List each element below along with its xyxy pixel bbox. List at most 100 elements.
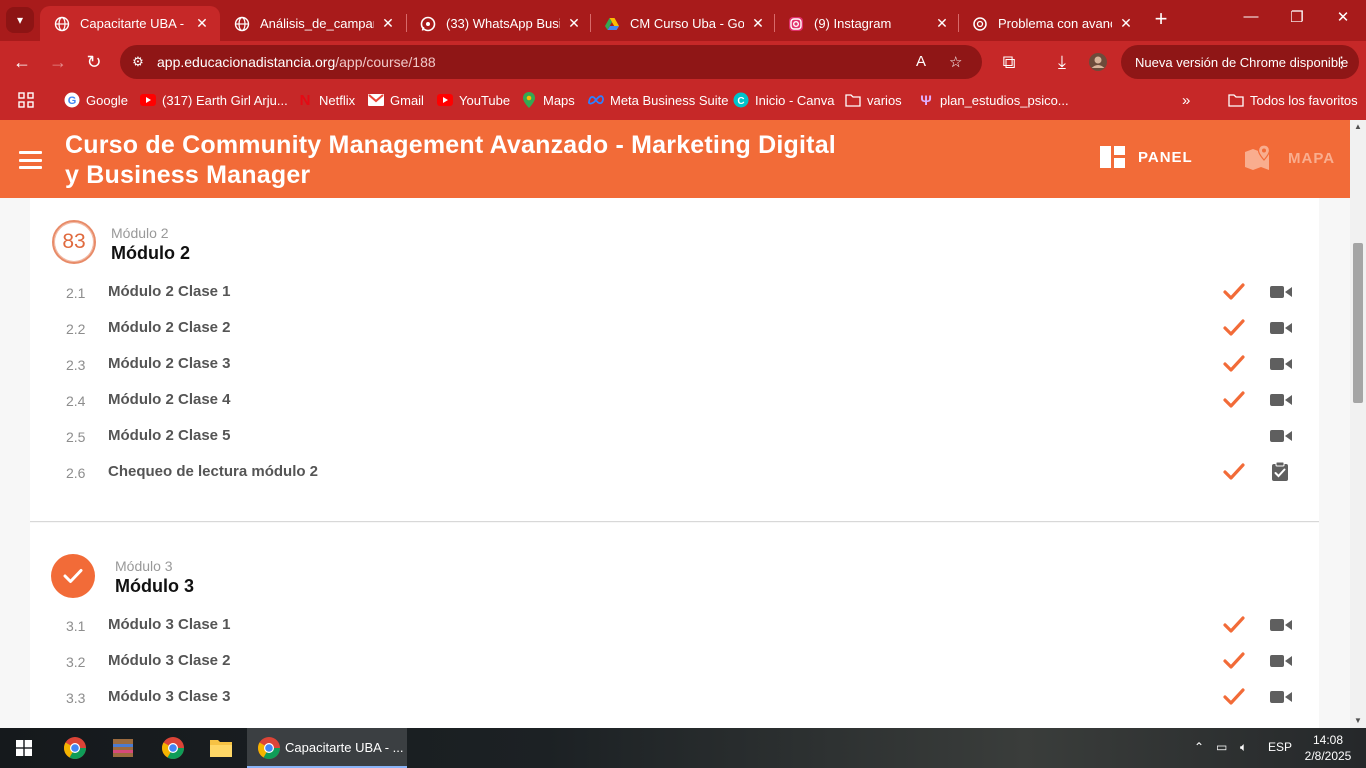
bookmark-canva[interactable]: C Inicio - Canva [733,92,834,108]
file-explorer-icon[interactable] [200,728,242,768]
address-bar[interactable]: ⚙ app.educacionadistancia.org/app/course… [120,45,982,79]
module-title[interactable]: Módulo 2 [111,243,190,264]
lesson-name[interactable]: Módulo 3 Clase 3 [108,688,231,705]
close-icon[interactable]: ✕ [194,15,210,32]
module-subtitle: Módulo 2 [111,225,169,241]
svg-text:C: C [737,96,744,107]
reload-icon[interactable]: ↻ [81,49,107,75]
apps-grid-icon[interactable] [18,92,34,108]
chrome-taskbar-icon[interactable] [54,728,96,768]
scroll-up-arrow-icon[interactable]: ▲ [1350,120,1366,134]
chevron-double-right-icon[interactable]: » [1182,92,1190,109]
tab-title: Capacitarte UBA - Pla [80,16,188,31]
language-indicator[interactable]: ESP [1268,740,1292,754]
lesson-row[interactable]: 2.3 Módulo 2 Clase 3 [30,347,1319,383]
lesson-name[interactable]: Módulo 2 Clase 5 [108,427,231,444]
video-icon [1270,358,1292,370]
hamburger-menu-icon[interactable] [19,151,42,169]
taskbar-active-chrome-window[interactable]: Capacitarte UBA - ... [247,728,407,768]
checkmark-icon [63,569,83,583]
lesson-name[interactable]: Módulo 2 Clase 3 [108,355,231,372]
bookmark-plan-estudios[interactable]: Ψ plan_estudios_psico... [918,92,1068,108]
profile-avatar-icon[interactable] [1085,49,1111,75]
course-content: 83 Módulo 2 Módulo 2 2.1 Módulo 2 Clase … [0,198,1350,728]
lesson-row[interactable]: 2.4 Módulo 2 Clase 4 [30,383,1319,419]
lesson-row[interactable]: 2.1 Módulo 2 Clase 1 [30,275,1319,311]
lesson-row[interactable]: 3.3 Módulo 3 Clase 3 [30,680,1319,716]
svg-text:G: G [68,95,77,107]
back-arrow-icon[interactable]: ← [9,49,35,75]
url-text[interactable]: app.educacionadistancia.org/app/course/1… [157,54,436,70]
bookmark-google[interactable]: G Google [64,92,128,108]
lesson-row[interactable]: 3.1 Módulo 3 Clase 1 [30,608,1319,644]
lesson-name[interactable]: Módulo 2 Clase 1 [108,283,231,300]
youtube-icon [437,92,453,108]
tab-capacitarte[interactable]: Capacitarte UBA - Pla ✕ [40,6,220,41]
lesson-name[interactable]: Chequeo de lectura módulo 2 [108,463,318,480]
extensions-icon[interactable]: ⧉ [996,49,1022,75]
bookmark-earth-girl[interactable]: (317) Earth Girl Arju... [140,92,288,108]
restore-icon[interactable]: ❐ [1282,8,1312,26]
lesson-name[interactable]: Módulo 2 Clase 4 [108,391,231,408]
checkmark-icon [1223,355,1245,372]
bookmark-folder-varios[interactable]: varios [845,92,902,108]
scrollbar-thumb[interactable] [1353,243,1363,403]
download-icon[interactable]: ⤓ [1049,49,1075,75]
globe-icon [54,16,70,32]
lesson-row[interactable]: 2.5 Módulo 2 Clase 5 [30,419,1319,455]
bookmark-gmail[interactable]: Gmail [368,92,424,108]
translate-icon[interactable]: A [916,53,926,70]
checkmark-icon [1223,463,1245,480]
lesson-name[interactable]: Módulo 3 Clase 2 [108,652,231,669]
youtube-icon [140,92,156,108]
bookmark-maps[interactable]: Maps [521,92,575,108]
more-menu-icon[interactable]: ⋮ [1334,53,1349,71]
chevron-up-icon[interactable]: ⌃ [1194,740,1204,754]
close-icon[interactable]: ✕ [1118,15,1134,32]
chrome-update-button[interactable]: Nueva versión de Chrome disponible ⋮ [1121,45,1359,79]
speaker-icon[interactable]: 🔈︎ [1240,740,1247,755]
close-window-icon[interactable]: ✕ [1328,8,1358,26]
tab-search-button[interactable]: ▾ [6,7,34,33]
panel-link[interactable]: PANEL [1100,146,1193,168]
forward-arrow-icon[interactable]: → [45,49,71,75]
scroll-down-arrow-icon[interactable]: ▼ [1350,714,1366,728]
lesson-name[interactable]: Módulo 2 Clase 2 [108,319,231,336]
lesson-name[interactable]: Módulo 3 Clase 1 [108,616,231,633]
close-icon[interactable]: ✕ [380,15,396,32]
bookmark-netflix[interactable]: N Netflix [297,92,356,109]
lesson-row[interactable]: 2.2 Módulo 2 Clase 2 [30,311,1319,347]
bookmark-meta-business[interactable]: Meta Business Suite [588,92,729,108]
tab-instagram[interactable]: (9) Instagram ✕ [774,6,960,41]
instagram-icon [788,16,804,32]
star-icon[interactable]: ☆ [949,53,962,71]
checkmark-icon [1223,391,1245,408]
module-title[interactable]: Módulo 3 [115,576,194,597]
close-icon[interactable]: ✕ [934,15,950,32]
close-icon[interactable]: ✕ [750,15,766,32]
winrar-taskbar-icon[interactable] [102,728,144,768]
lesson-row[interactable]: 3.2 Módulo 3 Clase 2 [30,644,1319,680]
new-tab-button[interactable]: + [1150,8,1172,32]
tab-title: Problema con avance [998,16,1112,31]
battery-icon[interactable]: ▭ [1216,740,1227,754]
bookmark-all-favorites[interactable]: Todos los favoritos [1228,92,1358,108]
module-card: Módulo 3 Módulo 3 3.1 Módulo 3 Clase 1 3… [30,523,1319,728]
course-header: Curso de Community Management Avanzado -… [0,120,1350,198]
tab-google-drive[interactable]: CM Curso Uba - Goo ✕ [590,6,776,41]
tab-whatsapp[interactable]: (33) WhatsApp Busine ✕ [406,6,592,41]
system-clock[interactable]: 14:08 2/8/2025 [1300,732,1356,764]
close-icon[interactable]: ✕ [566,15,582,32]
tab-chatgpt[interactable]: Problema con avance ✕ [958,6,1144,41]
folder-icon [1228,92,1244,108]
mapa-link[interactable]: MAPA [1244,144,1335,172]
chrome-profile-taskbar-icon[interactable] [152,728,194,768]
minimize-icon[interactable]: — [1236,8,1266,25]
lesson-row[interactable]: 2.6 Chequeo de lectura módulo 2 [30,455,1319,491]
tab-analisis[interactable]: Análisis_de_campañas ✕ [220,6,406,41]
bookmark-youtube[interactable]: YouTube [437,92,510,108]
site-settings-icon[interactable]: ⚙ [128,52,148,72]
video-icon [1270,655,1292,667]
page-scrollbar[interactable]: ▲ ▼ [1350,120,1366,728]
windows-start-icon[interactable] [4,728,44,768]
